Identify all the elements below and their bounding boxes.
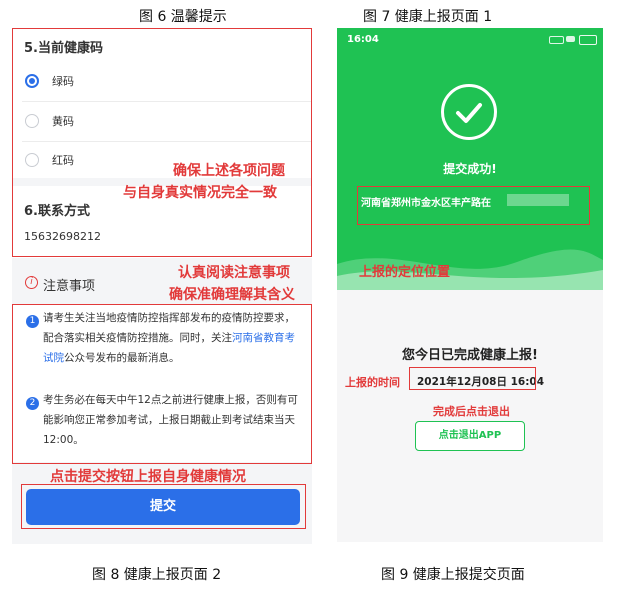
annotation-submit: 点击提交按钮上报自身健康情况 xyxy=(50,469,246,485)
battery-icon xyxy=(579,35,597,45)
success-text: 提交成功! xyxy=(443,162,497,176)
caption-fig7: 图 7 健康上报页面 1 xyxy=(363,9,493,25)
caption-fig6: 图 6 温馨提示 xyxy=(139,9,227,25)
annotation-box-time xyxy=(409,367,536,390)
notice-title: 注意事项 xyxy=(43,279,96,294)
status-time: 16:04 xyxy=(347,34,379,45)
annotation-notice-line1: 认真阅读注意事项 xyxy=(178,265,290,281)
annotation-box-submit xyxy=(21,484,306,529)
annotation-notice-line2: 确保准确理解其含义 xyxy=(169,287,295,303)
annotation-location: 上报的定位位置 xyxy=(359,265,451,280)
health-report-form-screen: 5.当前健康码 绿码 黄码 红码 6.联系方式 15632698212 确保上述… xyxy=(12,28,312,544)
submission-success-screen: 16:04 提交成功! 河南省郑州市金水区丰产路在 上报的定位位置 您今日已完成… xyxy=(337,28,603,542)
info-icon: i xyxy=(25,276,38,289)
success-check-icon xyxy=(441,84,497,140)
caption-fig8: 图 8 健康上报页面 2 xyxy=(92,567,222,583)
annotation-time: 上报的时间 xyxy=(345,376,400,389)
annotation-answers-line2: 与自身真实情况完全一致 xyxy=(123,185,277,201)
wifi-icon xyxy=(566,36,575,42)
annotation-box-notice xyxy=(12,304,312,464)
signal-icon xyxy=(549,36,564,44)
annotation-box-answers xyxy=(12,28,312,257)
annotation-box-location xyxy=(357,186,590,225)
annotation-exit: 完成后点击退出 xyxy=(433,405,510,418)
annotation-answers-line1: 确保上述各项问题 xyxy=(173,163,285,179)
success-banner: 16:04 提交成功! 河南省郑州市金水区丰产路在 上报的定位位置 xyxy=(337,28,603,290)
caption-fig9: 图 9 健康上报提交页面 xyxy=(381,567,525,583)
exit-app-button[interactable]: 点击退出APP xyxy=(415,421,525,451)
done-message: 您今日已完成健康上报! xyxy=(402,348,538,363)
